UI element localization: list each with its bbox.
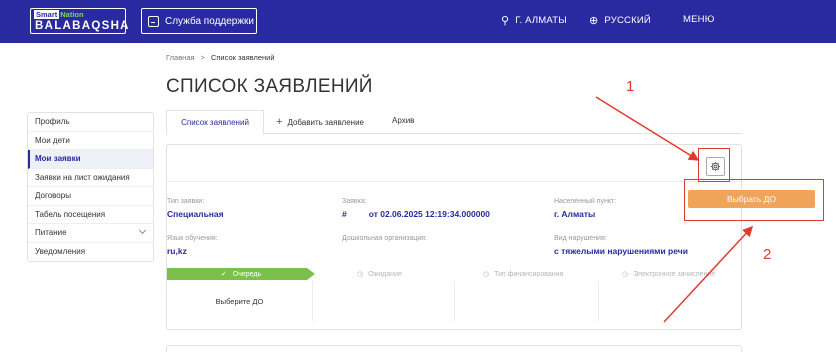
field-label: Вид нарушения: (554, 235, 607, 242)
sidebar-item-label: Заявки на лист ожидания (35, 172, 130, 182)
field-locality: Населенный пункт: г. Алматы (554, 197, 616, 220)
field-language: Язык обучения: ru,kz (167, 234, 218, 257)
breadcrumb-home[interactable]: Главная (166, 53, 195, 62)
step-label: Электронное зачисление (633, 270, 716, 278)
logo-text: BALABAQSHA (35, 20, 130, 32)
sidebar-item-label: Мои заявки (35, 154, 81, 164)
tab-application-list[interactable]: Список заявлений (166, 110, 264, 135)
step-electronic-enrollment: ◷ Электронное зачисление (622, 268, 715, 280)
city-selector[interactable]: ⚲ Г. АЛМАТЫ (501, 14, 567, 27)
sidebar-item-label: Профиль (35, 117, 70, 127)
clock-icon: ◷ (357, 271, 364, 278)
field-value: ru,kz (167, 246, 187, 256)
field-value: Специальная (167, 209, 224, 219)
step-label: Очередь (232, 270, 262, 278)
tab-label: Архив (392, 116, 415, 125)
field-label: Язык обучения: (167, 235, 218, 242)
preschool-choice-row: Выберите ДО (167, 281, 743, 321)
step-label: Тип финансирования (494, 270, 564, 278)
step-funding-type: ◷ Тип финансирования (483, 268, 563, 280)
choose-preschool-label: Выберите ДО (215, 296, 264, 306)
sidebar-item-nutrition[interactable]: Питание (28, 224, 153, 243)
logo-smart: Smart (34, 10, 60, 19)
preschool-slot[interactable] (599, 281, 743, 321)
sidebar-item-my-applications[interactable]: Мои заявки (28, 150, 153, 169)
logo-nation: Nation (60, 10, 84, 19)
language-selector[interactable]: ⊕ РУССКИЙ (589, 14, 651, 27)
sidebar-item-label: Табель посещения (35, 209, 106, 219)
annotation-marker-2: 2 (763, 246, 772, 263)
balabaqsha-logo[interactable]: Smart Nation BALABAQSHA (30, 8, 128, 34)
preschool-slot[interactable] (313, 281, 455, 321)
field-application-number: Заявка: # от 02.06.2025 12:19:34.000000 (342, 197, 490, 220)
sidebar-item-my-children[interactable]: Мои дети (28, 132, 153, 150)
language-label: РУССКИЙ (604, 15, 651, 26)
field-application-type: Тип заявки: Специальная (167, 197, 224, 220)
top-navigation-bar: Smart Nation BALABAQSHA Служба поддержки … (0, 0, 836, 43)
card-divider (167, 181, 743, 182)
tab-bar: Список заявлений + Добавить заявление Арх… (166, 110, 742, 135)
status-stepper: ✓ Очередь ◷ Ожидание ◷ Тип финансировани… (167, 268, 743, 280)
field-preschool-org: Дошкольная организация: (342, 234, 427, 243)
city-label: Г. АЛМАТЫ (515, 15, 567, 26)
sidebar-item-label: Питание (35, 228, 67, 238)
sidebar-item-label: Договоры (35, 191, 71, 201)
location-pin-icon: ⚲ (501, 15, 510, 27)
tab-label: Добавить заявление (287, 118, 364, 127)
chevron-down-icon (138, 226, 147, 235)
field-label: Населенный пункт: (554, 198, 617, 205)
check-icon: ✓ (220, 271, 227, 278)
support-label: Служба поддержки (165, 15, 255, 27)
sidebar-item-label: Мои дети (35, 135, 70, 145)
tab-add-application[interactable]: + Добавить заявление (276, 116, 364, 128)
step-waiting: ◷ Ожидание (357, 268, 402, 280)
breadcrumb: Главная > Список заявлений (166, 53, 275, 62)
sidebar-item-label: Уведомления (35, 247, 86, 257)
choose-preschool-cell[interactable]: Выберите ДО (167, 281, 313, 321)
sidebar-item-attendance[interactable]: Табель посещения (28, 206, 153, 224)
menu-button[interactable]: МЕНЮ (683, 14, 715, 25)
step-queue: ✓ Очередь (167, 268, 315, 280)
logo-smart-nation: Smart Nation (34, 10, 84, 19)
annotation-highlight-choose (684, 179, 824, 221)
tab-label: Список заявлений (181, 118, 249, 127)
annotation-marker-1: 1 (626, 78, 635, 95)
next-application-card (166, 345, 742, 352)
menu-label: МЕНЮ (683, 14, 715, 25)
field-label: Дошкольная организация: (342, 235, 428, 242)
field-violation-type: Вид нарушения: с тяжелыми нарушениями ре… (554, 234, 688, 257)
globe-icon: ⊕ (589, 15, 599, 27)
field-value: г. Алматы (554, 209, 596, 219)
sidebar-item-waitlist-applications[interactable]: Заявки на лист ожидания (28, 169, 153, 187)
page-title: СПИСОК ЗАЯВЛЕНИЙ (166, 76, 373, 97)
breadcrumb-current: Список заявлений (210, 53, 275, 62)
field-label: Заявка: (342, 198, 367, 205)
sidebar-item-contracts[interactable]: Договоры (28, 187, 153, 206)
sidebar-item-profile[interactable]: Профиль (28, 113, 153, 132)
step-label: Ожидание (368, 270, 402, 278)
clock-icon: ◷ (622, 271, 629, 278)
annotation-highlight-settings (698, 148, 730, 182)
clock-icon: ◷ (483, 271, 490, 278)
field-value: с тяжелыми нарушениями речи (554, 246, 688, 256)
tab-archive[interactable]: Архив (392, 116, 414, 125)
breadcrumb-separator: > (200, 53, 205, 62)
application-hash: # (342, 209, 347, 219)
chat-icon (148, 15, 159, 27)
sidebar-menu: Профиль Мои дети Мои заявки Заявки на ли… (27, 112, 154, 262)
application-date: от 02.06.2025 12:19:34.000000 (368, 209, 490, 219)
application-card: Тип заявки: Специальная Заявка: # от 02.0… (166, 144, 743, 330)
preschool-slot[interactable] (455, 281, 599, 321)
plus-icon: + (276, 116, 283, 128)
sidebar-item-notifications[interactable]: Уведомления (28, 243, 153, 262)
field-label: Тип заявки: (167, 198, 205, 205)
support-button[interactable]: Служба поддержки (141, 8, 257, 34)
